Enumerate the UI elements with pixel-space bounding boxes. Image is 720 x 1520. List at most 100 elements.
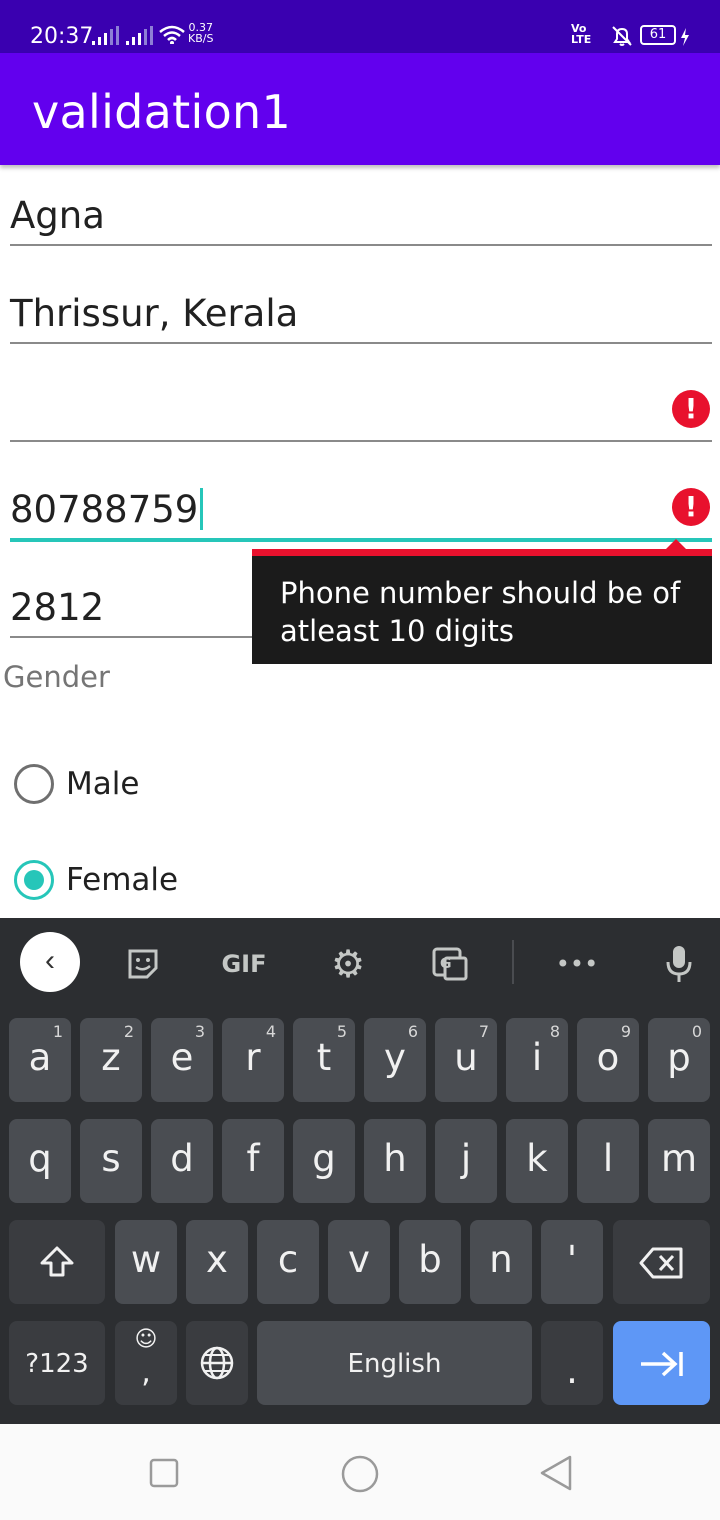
key-letter: x	[206, 1238, 228, 1281]
language-key[interactable]	[186, 1321, 248, 1405]
error-tooltip-arrow	[666, 539, 686, 549]
period-key[interactable]: .	[541, 1321, 603, 1405]
globe-icon	[200, 1346, 234, 1380]
key-z[interactable]: 2z	[80, 1018, 142, 1102]
chevron-left-icon[interactable]: ‹	[20, 932, 80, 992]
error-message: Phone number should be of atleast 10 dig…	[280, 576, 681, 648]
network-speed: 0.37 KB/S	[188, 22, 213, 44]
recents-icon[interactable]	[148, 1457, 180, 1489]
key-o[interactable]: 9o	[577, 1018, 639, 1102]
key-p[interactable]: 0p	[648, 1018, 710, 1102]
radio-female[interactable]: Female	[14, 860, 234, 904]
space-label: English	[347, 1349, 442, 1379]
phone-underline	[10, 538, 712, 542]
key-q[interactable]: q	[9, 1119, 71, 1203]
key-letter: z	[101, 1036, 121, 1079]
key-letter: l	[602, 1137, 614, 1180]
back-icon[interactable]	[538, 1454, 574, 1492]
wifi-icon	[159, 25, 185, 44]
name-field[interactable]: Agna	[10, 186, 712, 246]
email-underline	[10, 440, 712, 442]
key-letter: i	[531, 1036, 543, 1079]
key-letter: j	[460, 1137, 472, 1180]
home-icon[interactable]	[340, 1454, 380, 1494]
symbols-label: ?123	[25, 1349, 89, 1379]
key-c[interactable]: c	[257, 1220, 319, 1304]
soft-keyboard: ‹ GIF ⚙ G ••• 1a 2z 3e 4r 5t 6y 7u 8i 9o…	[0, 918, 720, 1424]
gear-icon[interactable]: ⚙	[326, 942, 370, 986]
phone-error-icon[interactable]: !	[672, 488, 710, 526]
address-field[interactable]: Thrissur, Kerala	[10, 284, 712, 344]
space-key[interactable]: English	[257, 1321, 532, 1405]
key-apostrophe[interactable]: '	[541, 1220, 603, 1304]
phone-text: 80788759	[10, 488, 199, 531]
key-l[interactable]: l	[577, 1119, 639, 1203]
radio-male-label[interactable]: Male	[66, 766, 139, 802]
key-f[interactable]: f	[222, 1119, 284, 1203]
shift-key[interactable]	[9, 1220, 105, 1304]
key-j[interactable]: j	[435, 1119, 497, 1203]
key-y[interactable]: 6y	[364, 1018, 426, 1102]
radio-male-circle[interactable]	[14, 764, 54, 804]
symbols-key[interactable]: ?123	[9, 1321, 105, 1405]
key-h[interactable]: h	[364, 1119, 426, 1203]
phone-field[interactable]: 80788759 !	[10, 480, 712, 542]
name-underline	[10, 244, 712, 246]
key-letter: g	[312, 1137, 336, 1180]
shift-icon	[40, 1246, 74, 1277]
key-r[interactable]: 4r	[222, 1018, 284, 1102]
key-w[interactable]: w	[115, 1220, 177, 1304]
key-letter: t	[316, 1036, 332, 1079]
key-d[interactable]: d	[151, 1119, 213, 1203]
battery-icon: 61	[640, 25, 676, 45]
key-letter: v	[348, 1238, 370, 1281]
radio-male[interactable]: Male	[14, 764, 214, 808]
address-value: Thrissur, Kerala	[10, 292, 299, 335]
key-letter: y	[384, 1036, 406, 1079]
app-title: validation1	[32, 85, 292, 139]
charging-icon	[681, 28, 689, 46]
key-g[interactable]: g	[293, 1119, 355, 1203]
key-letter: w	[130, 1238, 162, 1281]
period-label: .	[566, 1349, 578, 1392]
key-e[interactable]: 3e	[151, 1018, 213, 1102]
key-letter: o	[596, 1036, 620, 1079]
key-letter: q	[28, 1137, 52, 1180]
key-n[interactable]: n	[470, 1220, 532, 1304]
radio-female-circle[interactable]	[14, 860, 54, 900]
error-tooltip: Phone number should be of atleast 10 dig…	[252, 539, 712, 664]
key-letter: s	[101, 1137, 121, 1180]
error-icon[interactable]: !	[672, 390, 710, 428]
key-x[interactable]: x	[186, 1220, 248, 1304]
key-letter: e	[170, 1036, 194, 1079]
key-b[interactable]: b	[399, 1220, 461, 1304]
text-caret	[200, 488, 204, 530]
backspace-key[interactable]	[613, 1220, 710, 1304]
volte-indicator: Vo LTE	[571, 23, 591, 45]
key-letter: n	[489, 1238, 513, 1281]
phone-value: 80788759	[10, 488, 204, 531]
key-letter: a	[28, 1036, 52, 1079]
gif-icon[interactable]: GIF	[218, 942, 270, 986]
toolbar-separator	[512, 940, 514, 984]
more-icon[interactable]: •••	[555, 942, 599, 986]
key-m[interactable]: m	[648, 1119, 710, 1203]
status-time: 20:37	[30, 24, 94, 49]
key-k[interactable]: k	[506, 1119, 568, 1203]
address-underline	[10, 342, 712, 344]
svg-text:G: G	[440, 956, 452, 972]
sticker-icon[interactable]	[121, 942, 165, 986]
radio-female-label[interactable]: Female	[66, 862, 178, 898]
emoji-icon: ☺	[134, 1327, 158, 1352]
email-field[interactable]: !	[10, 382, 712, 442]
key-s[interactable]: s	[80, 1119, 142, 1203]
key-a[interactable]: 1a	[9, 1018, 71, 1102]
key-u[interactable]: 7u	[435, 1018, 497, 1102]
key-i[interactable]: 8i	[506, 1018, 568, 1102]
enter-key[interactable]	[613, 1321, 710, 1405]
key-v[interactable]: v	[328, 1220, 390, 1304]
emoji-comma-key[interactable]: ☺ ,	[115, 1321, 177, 1405]
mic-icon[interactable]	[657, 942, 701, 986]
key-t[interactable]: 5t	[293, 1018, 355, 1102]
translate-icon[interactable]: G	[428, 942, 472, 986]
